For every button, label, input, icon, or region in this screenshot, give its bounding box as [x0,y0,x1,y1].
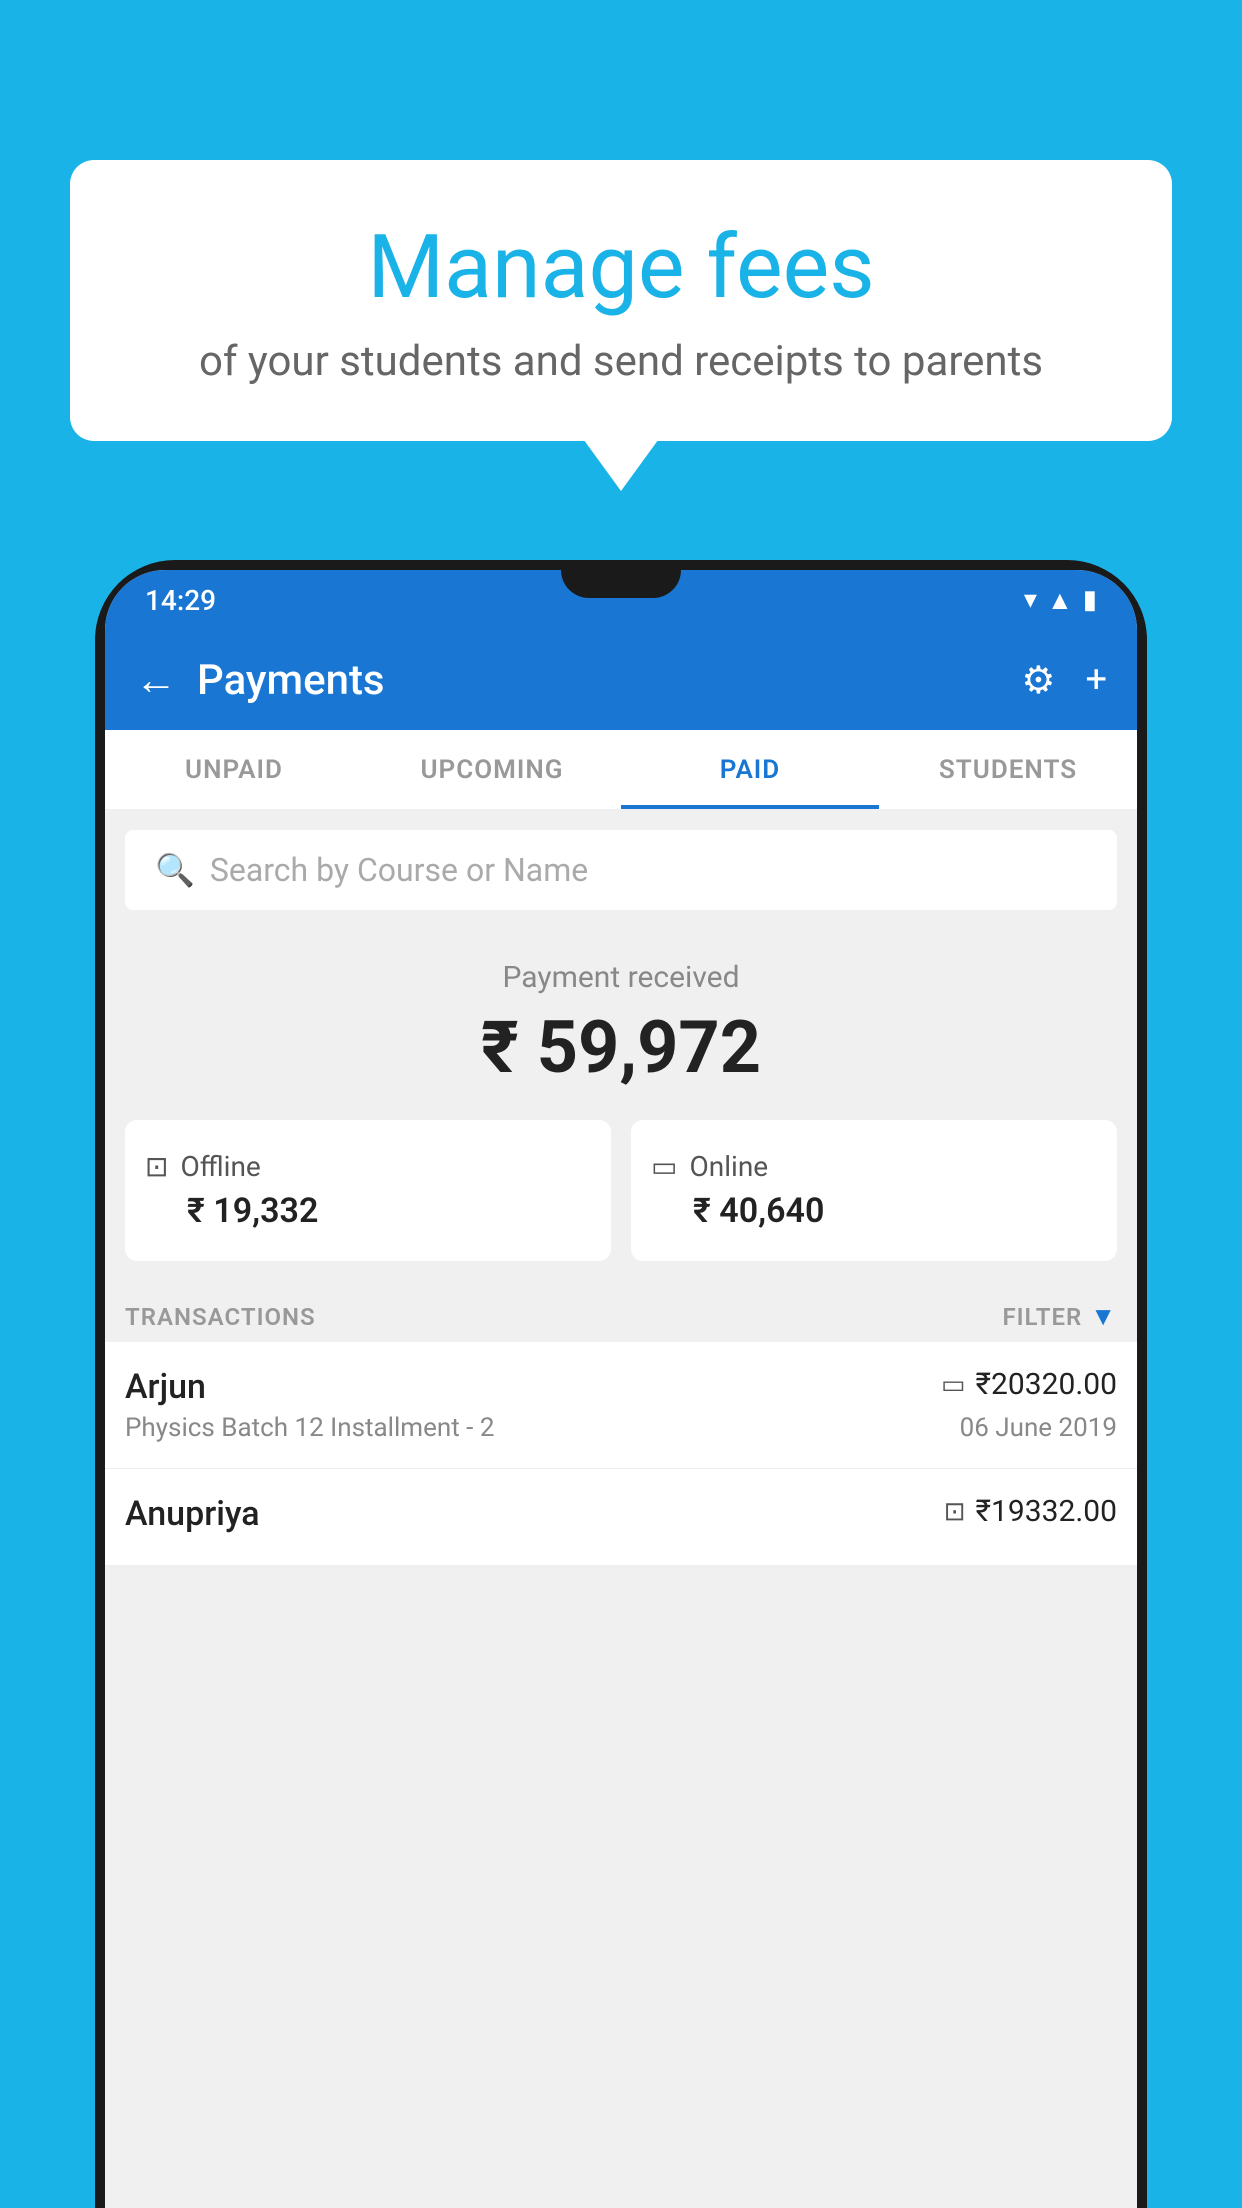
online-amount: ₹ 40,640 [651,1191,1097,1231]
tab-upcoming[interactable]: UPCOMING [363,730,621,809]
transaction-amount-wrapper: ▭ ₹20320.00 [941,1367,1117,1402]
transaction-amount-wrapper: ⊡ ₹19332.00 [944,1494,1117,1529]
payment-cards: ⊡ Offline ₹ 19,332 ▭ Online ₹ 40,640 [125,1120,1117,1261]
offline-icon: ⊡ [145,1150,168,1183]
online-icon: ▭ [651,1150,677,1183]
transactions-label: TRANSACTIONS [125,1303,316,1331]
online-card-header: ▭ Online [651,1150,1097,1183]
online-label: Online [689,1150,768,1183]
tab-bar: UNPAID UPCOMING PAID STUDENTS [105,730,1137,810]
battery-icon: ▮ [1083,585,1097,615]
notch [561,570,681,598]
bubble-title: Manage fees [120,220,1122,317]
payment-summary: Payment received ₹ 59,972 ⊡ Offline ₹ 19… [105,930,1137,1281]
status-time: 14:29 [145,584,216,617]
status-bar: 14:29 ▾ ▲ ▮ [105,570,1137,630]
offline-payment-icon: ⊡ [944,1497,966,1527]
transaction-item[interactable]: Anupriya ⊡ ₹19332.00 [105,1469,1137,1566]
offline-label: Offline [180,1150,260,1183]
tab-paid[interactable]: PAID [621,730,879,809]
phone-screen: 14:29 ▾ ▲ ▮ ← Payments ⚙ + UNPAID UPCOMI… [105,570,1137,2208]
transaction-item[interactable]: Arjun ▭ ₹20320.00 Physics Batch 12 Insta… [105,1342,1137,1469]
filter-icon: ▼ [1090,1301,1117,1332]
transaction-name: Anupriya [125,1494,260,1534]
transaction-amount: ₹19332.00 [976,1494,1117,1529]
transaction-top: Anupriya ⊡ ₹19332.00 [125,1494,1117,1534]
transaction-course: Physics Batch 12 Installment - 2 [125,1413,494,1443]
transaction-bottom: Physics Batch 12 Installment - 2 06 June… [125,1413,1117,1443]
wifi-icon: ▾ [1024,585,1037,615]
settings-button[interactable]: ⚙ [1021,658,1055,703]
search-bar[interactable]: 🔍 Search by Course or Name [125,830,1117,910]
transaction-date: 06 June 2019 [960,1413,1117,1443]
offline-card: ⊡ Offline ₹ 19,332 [125,1120,611,1261]
phone-device: 14:29 ▾ ▲ ▮ ← Payments ⚙ + UNPAID UPCOMI… [95,560,1147,2208]
app-bar-actions: ⚙ + [1021,658,1107,703]
filter-button[interactable]: FILTER ▼ [1002,1301,1117,1332]
page-title: Payments [197,656,1021,705]
transaction-name: Arjun [125,1367,206,1407]
payment-received-label: Payment received [125,960,1117,995]
content-area: 🔍 Search by Course or Name Payment recei… [105,810,1137,2208]
app-bar: ← Payments ⚙ + [105,630,1137,730]
search-icon: 🔍 [155,851,195,889]
online-card: ▭ Online ₹ 40,640 [631,1120,1117,1261]
signal-icon: ▲ [1047,585,1073,616]
tab-students[interactable]: STUDENTS [879,730,1137,809]
offline-amount: ₹ 19,332 [145,1191,591,1231]
speech-bubble: Manage fees of your students and send re… [70,160,1172,441]
bubble-subtitle: of your students and send receipts to pa… [120,337,1122,386]
transaction-top: Arjun ▭ ₹20320.00 [125,1367,1117,1407]
transaction-amount: ₹20320.00 [976,1367,1117,1402]
add-button[interactable]: + [1085,658,1107,702]
search-placeholder-text: Search by Course or Name [210,851,588,889]
tab-unpaid[interactable]: UNPAID [105,730,363,809]
online-payment-icon: ▭ [941,1370,966,1400]
payment-total-amount: ₹ 59,972 [125,1005,1117,1090]
filter-label: FILTER [1002,1303,1082,1331]
offline-card-header: ⊡ Offline [145,1150,591,1183]
back-button[interactable]: ← [135,656,177,705]
transactions-header: TRANSACTIONS FILTER ▼ [105,1281,1137,1342]
status-icons: ▾ ▲ ▮ [1024,585,1097,616]
